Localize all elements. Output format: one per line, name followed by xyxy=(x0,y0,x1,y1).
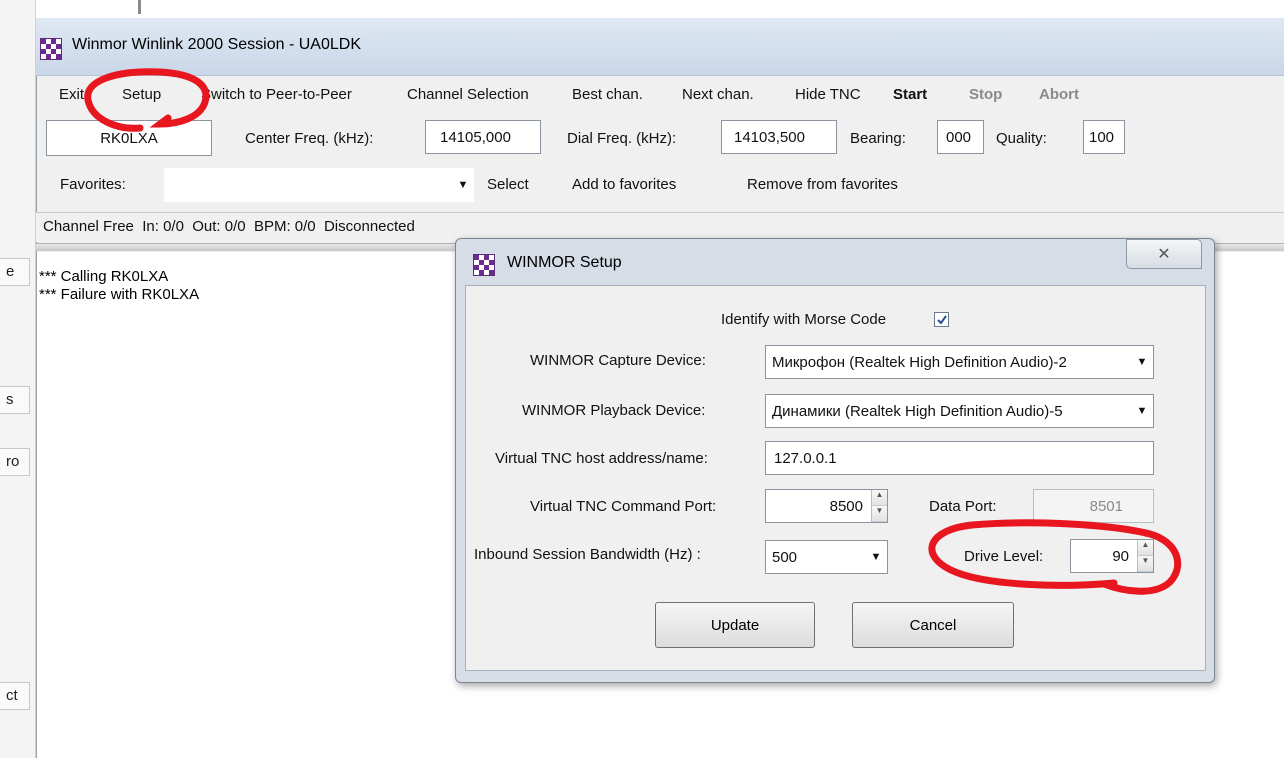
red-annotations xyxy=(84,68,1182,595)
setup-highlight-circle xyxy=(84,68,210,132)
drive-level-highlight-circle xyxy=(928,519,1182,595)
